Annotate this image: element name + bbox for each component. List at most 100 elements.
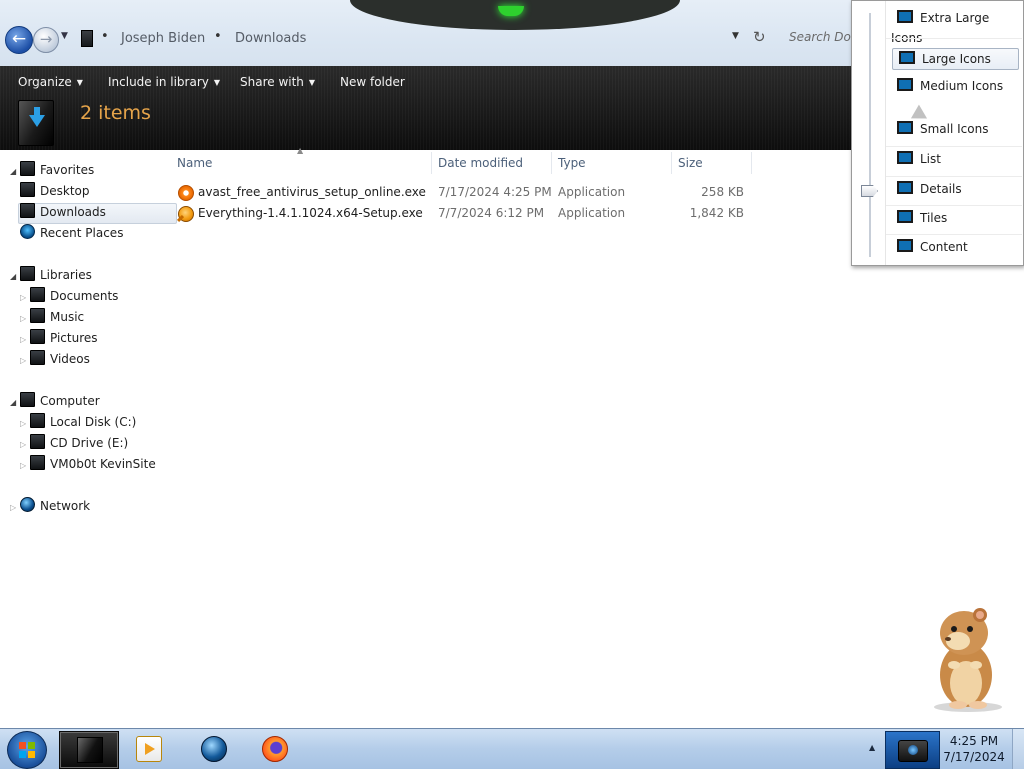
share-with-button[interactable]: Share with ▼: [240, 75, 315, 89]
view-option-tiles[interactable]: Tiles: [891, 208, 1019, 228]
organize-button[interactable]: Organize ▼: [18, 75, 83, 89]
items-count: 2 items: [80, 102, 151, 124]
nav-videos[interactable]: ▷ Videos: [20, 350, 90, 369]
file-date-modified: 7/7/2024 6:12 PM: [438, 206, 545, 220]
windows-logo-icon: [19, 742, 35, 758]
column-header-name[interactable]: Name: [177, 156, 212, 170]
tray-camera-app[interactable]: [885, 731, 940, 769]
search-input[interactable]: [782, 24, 859, 50]
include-in-library-button[interactable]: Include in library ▼: [108, 75, 220, 89]
view-option-content[interactable]: Content: [891, 237, 1019, 257]
organize-label: Organize: [18, 75, 72, 89]
nav-network-drive[interactable]: ▷ VM0b0t KevinSite: [20, 455, 156, 474]
new-folder-button[interactable]: New folder: [340, 75, 405, 89]
back-button[interactable]: ←: [5, 26, 33, 54]
view-icon: [897, 210, 913, 223]
breadcrumb-user[interactable]: Joseph Biden: [121, 31, 205, 46]
column-header-type[interactable]: Type: [558, 156, 586, 170]
music-icon: [30, 308, 45, 323]
view-option-label: Details: [920, 182, 962, 196]
nav-pictures[interactable]: ▷ Pictures: [20, 329, 98, 348]
breadcrumb-downloads[interactable]: Downloads: [235, 31, 306, 46]
forward-button[interactable]: →: [33, 27, 59, 53]
file-row[interactable]: avast_free_antivirus_setup_online.exe 7/…: [176, 182, 756, 202]
collapsed-arrow-icon[interactable]: ▷: [20, 288, 30, 307]
column-header-size[interactable]: Size: [678, 156, 703, 170]
column-divider[interactable]: [551, 152, 552, 174]
chevron-down-icon: ▼: [213, 78, 221, 87]
search-box[interactable]: [782, 24, 859, 50]
collapsed-arrow-icon[interactable]: ▷: [20, 435, 30, 454]
view-icon: [897, 78, 913, 91]
navigation-pane: ◢ Favorites Desktop Downloads Recent Plac…: [0, 150, 177, 728]
taskbar-media-player[interactable]: [119, 731, 177, 767]
nav-cd-drive[interactable]: ▷ CD Drive (E:): [20, 434, 128, 453]
nav-desktop[interactable]: Desktop: [20, 182, 90, 201]
collapsed-arrow-icon[interactable]: ▷: [20, 351, 30, 370]
collapsed-arrow-icon[interactable]: ▷: [20, 414, 30, 433]
view-option-list[interactable]: List: [891, 149, 1019, 169]
column-header-date-modified[interactable]: Date modified: [438, 156, 523, 170]
forward-arrow-icon: →: [39, 30, 53, 48]
view-option-details[interactable]: Details: [891, 179, 1019, 199]
view-option-extra-large-icons[interactable]: Extra Large Icons: [891, 8, 1019, 45]
nav-network[interactable]: ▷ Network: [10, 497, 90, 516]
taskbar-explorer[interactable]: [59, 731, 119, 769]
nav-local-disk[interactable]: ▷ Local Disk (C:): [20, 413, 136, 432]
column-divider[interactable]: [751, 152, 752, 174]
camera-icon: [898, 740, 928, 762]
view-slider-track[interactable]: [869, 13, 871, 257]
collapsed-arrow-icon[interactable]: ▷: [10, 498, 20, 517]
nav-favorites[interactable]: ◢ Favorites: [10, 161, 94, 180]
nav-label: Music: [50, 310, 85, 324]
nav-computer[interactable]: ◢ Computer: [10, 392, 100, 411]
view-option-large-icons[interactable]: Large Icons: [892, 48, 1019, 70]
taskbar-firefox[interactable]: [245, 731, 303, 767]
refresh-icon[interactable]: ↻: [753, 28, 766, 46]
nav-downloads[interactable]: Downloads: [18, 203, 177, 224]
address-history-dropdown[interactable]: ▼: [732, 31, 739, 41]
nav-label: CD Drive (E:): [50, 436, 129, 450]
hamster-mascot: [934, 608, 1002, 712]
column-divider[interactable]: [671, 152, 672, 174]
nav-label: Pictures: [50, 331, 98, 345]
chevron-down-icon: ▼: [76, 78, 83, 87]
nav-music[interactable]: ▷ Music: [20, 308, 84, 327]
view-option-small-icons[interactable]: Small Icons: [891, 119, 1019, 139]
menu-separator: [886, 234, 1022, 235]
hard-disk-icon: [30, 413, 45, 428]
view-option-label: Content: [920, 240, 968, 254]
collapsed-arrow-icon[interactable]: ▷: [20, 330, 30, 349]
file-size: 258 KB: [701, 185, 744, 199]
avast-icon: [178, 185, 194, 201]
expanded-arrow-icon[interactable]: ◢: [10, 267, 20, 286]
file-row[interactable]: Everything-1.4.1.1024.x64-Setup.exe 7/7/…: [176, 203, 756, 223]
nav-recent-places[interactable]: Recent Places: [20, 224, 123, 243]
column-divider[interactable]: [431, 152, 432, 174]
breadcrumb-separator[interactable]: •: [101, 29, 109, 44]
expanded-arrow-icon[interactable]: ◢: [10, 162, 20, 181]
nav-label: Local Disk (C:): [50, 415, 137, 429]
taskbar-internet-browser[interactable]: [184, 731, 242, 767]
recent-pages-dropdown[interactable]: ▼: [61, 31, 68, 41]
view-option-label: Medium Icons: [920, 79, 1004, 93]
menu-separator: [886, 146, 1022, 147]
view-slider-thumb[interactable]: [861, 185, 878, 197]
start-button[interactable]: [7, 731, 47, 769]
taskbar: ▲ 4:25 PM 7/17/2024: [0, 728, 1024, 769]
show-hidden-icons-button[interactable]: ▲: [869, 743, 875, 752]
firefox-icon: [262, 736, 288, 762]
taskbar-clock[interactable]: 4:25 PM 7/17/2024: [938, 733, 1010, 765]
view-option-medium-icons[interactable]: Medium Icons: [891, 76, 1019, 96]
nav-libraries[interactable]: ◢ Libraries: [10, 266, 92, 285]
globe-icon: [201, 736, 227, 762]
file-name: Everything-1.4.1.1024.x64-Setup.exe: [198, 206, 423, 220]
expanded-arrow-icon[interactable]: ◢: [10, 393, 20, 412]
collapsed-arrow-icon[interactable]: ▷: [20, 456, 30, 475]
show-desktop-button[interactable]: [1012, 729, 1024, 769]
breadcrumb-separator[interactable]: •: [214, 29, 222, 44]
collapsed-arrow-icon[interactable]: ▷: [20, 309, 30, 328]
nav-documents[interactable]: ▷ Documents: [20, 287, 118, 306]
file-type: Application: [558, 206, 626, 220]
nav-label: Network: [40, 499, 91, 513]
